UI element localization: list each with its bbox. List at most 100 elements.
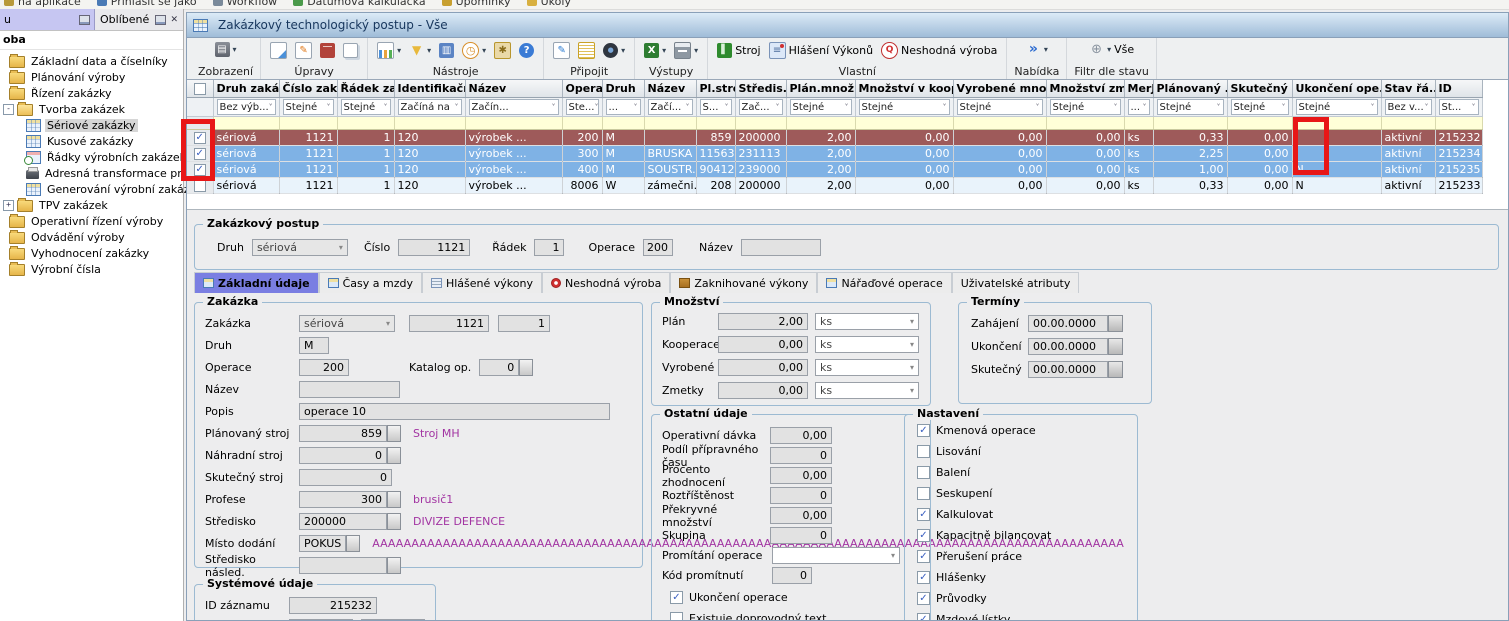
sidebar-item-tpv-zakazek[interactable]: +TPV zakázek (0, 197, 183, 213)
kooperace-field[interactable]: 0,00 (718, 336, 808, 353)
kapacitne-bilancovat-checkbox[interactable] (917, 529, 930, 542)
filter-select[interactable]: Stejné˅ (1157, 99, 1224, 115)
nonconform-button[interactable]: Neshodná výroba (879, 41, 999, 60)
chart-button[interactable]: ▾ (375, 41, 403, 60)
filter-select[interactable]: Stejné˅ (341, 99, 391, 115)
edit-record-button[interactable] (293, 41, 314, 60)
ukonceni-operace-checkbox[interactable] (670, 591, 683, 604)
select-all-checkbox[interactable] (194, 83, 206, 95)
kod-promitnuti-field[interactable]: 0 (772, 567, 812, 584)
mzdove-listky-checkbox[interactable] (917, 613, 930, 620)
zakazka-type-select[interactable]: sériová▾ (299, 315, 395, 332)
tab-hlasene-vykony[interactable]: Hlášené výkony (422, 272, 542, 293)
druh-field[interactable]: M (299, 337, 329, 354)
zahajeni-field[interactable]: 00.00.0000 (1028, 315, 1108, 332)
plan-field[interactable]: 2,00 (718, 313, 808, 330)
menu-arrows-button[interactable]: ▾ (1024, 41, 1050, 58)
calendar-icon[interactable] (1108, 338, 1123, 355)
quick-filter-cell[interactable] (602, 117, 644, 130)
quick-filter-cell[interactable] (394, 117, 465, 130)
machine-button[interactable]: Stroj (715, 42, 762, 59)
minimize-icon[interactable] (79, 15, 90, 25)
close-icon[interactable]: ✕ (170, 16, 178, 24)
skupina-field[interactable]: 0 (770, 527, 832, 544)
filter-select[interactable]: Stejné˅ (1050, 99, 1121, 115)
new-record-button[interactable] (268, 41, 289, 60)
zakazka-radek-field[interactable]: 1 (498, 315, 550, 332)
filter-select[interactable]: Zač...˅ (739, 99, 783, 115)
operace-field[interactable]: 200 (299, 359, 349, 376)
minimize-icon[interactable] (155, 15, 166, 25)
radek-field[interactable]: 1 (534, 239, 564, 256)
misto-dodani-field[interactable]: POKUS (299, 535, 346, 552)
zmetky-unit-select[interactable]: ks▾ (815, 382, 919, 399)
print-button[interactable]: ▾ (672, 41, 700, 60)
expander-icon[interactable]: + (3, 200, 14, 211)
report-button[interactable]: Hlášení Výkonů (767, 41, 875, 60)
filter-select[interactable]: Začíná na˅ (398, 99, 462, 115)
quick-filter-cell[interactable] (1124, 117, 1153, 130)
column-header-planovany[interactable]: Plánovaný ... (1153, 80, 1227, 98)
column-header-radek-zaka[interactable]: Řádek zaká... (337, 80, 394, 98)
podil-casu-field[interactable]: 0 (770, 447, 832, 464)
nahradni-stroj-field[interactable]: 0 (299, 447, 387, 464)
quick-filter-cell[interactable] (786, 117, 855, 130)
system-field[interactable] (289, 619, 353, 620)
quick-filter-cell[interactable] (735, 117, 786, 130)
column-header-stav-ra[interactable]: Stav řá... (1381, 80, 1435, 98)
sidebar-item-seriove-zakazky[interactable]: Sériové zakázky (0, 117, 183, 133)
quick-filter-cell[interactable] (1046, 117, 1124, 130)
column-header-druh[interactable]: Druh (602, 80, 644, 98)
quick-filter-cell[interactable] (1227, 117, 1292, 130)
column-header-operace[interactable]: Operace (562, 80, 602, 98)
quick-filter-cell[interactable] (562, 117, 602, 130)
status-filter-button[interactable]: ▾Vše (1087, 41, 1136, 58)
tab-uzivatelske-atributy[interactable]: Uživatelské atributy (952, 272, 1080, 293)
id-zaznamu-field[interactable]: 215232 (289, 597, 377, 614)
filter-select[interactable]: S...˅ (700, 99, 732, 115)
menu-item-prihlasit-se-jako[interactable]: Přihlásit se jako (97, 0, 197, 8)
menu-item-ukoly[interactable]: Úkoly (527, 0, 571, 8)
hlasenky-checkbox[interactable] (917, 571, 930, 584)
preruseni-prace-checkbox[interactable] (917, 550, 930, 563)
sidebar-item-kusove-zakazky[interactable]: Kusové zakázky (0, 133, 183, 149)
expander-icon[interactable]: - (3, 104, 14, 115)
filter-select[interactable]: St...˅ (1439, 99, 1479, 115)
calendar-icon[interactable] (1108, 361, 1123, 378)
lisovani-checkbox[interactable] (917, 445, 930, 458)
sidebar-item-generovani-vyrobni-zakazky-s[interactable]: Generování výrobní zakázky s (0, 181, 183, 197)
system-field[interactable] (361, 619, 425, 620)
tab-zaknihovane-vykony[interactable]: Zaknihované výkony (670, 272, 817, 293)
planovany-stroj-field[interactable]: 859 (299, 425, 387, 442)
seskupeni-checkbox[interactable] (917, 487, 930, 500)
sidebar-tab-favorites[interactable]: Oblíbené ✕ (95, 9, 183, 30)
filter-select[interactable]: Bez výb...˅ (217, 99, 276, 115)
kooperace-unit-select[interactable]: ks▾ (815, 336, 919, 353)
roztristenost-field[interactable]: 0 (770, 487, 832, 504)
lookup-button[interactable] (346, 535, 360, 552)
sidebar-tab-menu[interactable]: u (0, 9, 95, 30)
prekryvne-mnozstvi-field[interactable]: 0,00 (770, 507, 832, 524)
druh-select[interactable]: sériová▾ (252, 239, 348, 256)
katalog-field[interactable]: 0 (479, 359, 519, 376)
lookup-button[interactable] (387, 513, 401, 530)
lookup-button[interactable] (387, 447, 401, 464)
ukonceni-field[interactable]: 00.00.0000 (1028, 338, 1108, 355)
nazev-field[interactable] (741, 239, 821, 256)
filter-select[interactable]: Stejné˅ (283, 99, 334, 115)
doprovodny-text-checkbox[interactable] (670, 612, 683, 620)
promitani-operace-select[interactable]: ▾ (772, 547, 900, 564)
column-header-ukonceni-ope[interactable]: Ukončení ope... (1292, 80, 1381, 98)
quick-filter-cell[interactable] (855, 117, 953, 130)
quick-filter-cell[interactable] (696, 117, 735, 130)
kmenova-operace-checkbox[interactable] (917, 424, 930, 437)
filter-select[interactable]: Stejné˅ (1296, 99, 1378, 115)
copy-record-button[interactable] (341, 42, 360, 59)
cislo-field[interactable]: 1121 (398, 239, 470, 256)
filter-select[interactable]: Ste...˅ (566, 99, 599, 115)
lookup-button[interactable] (519, 359, 533, 376)
procento-zhodnoceni-field[interactable]: 0,00 (770, 467, 832, 484)
attach-edit-button[interactable] (551, 41, 572, 60)
sidebar-item-zakladni-data-a-ciselniky[interactable]: Základní data a číselníky (0, 53, 183, 69)
column-header-skutecny[interactable]: Skutečný ... (1227, 80, 1292, 98)
